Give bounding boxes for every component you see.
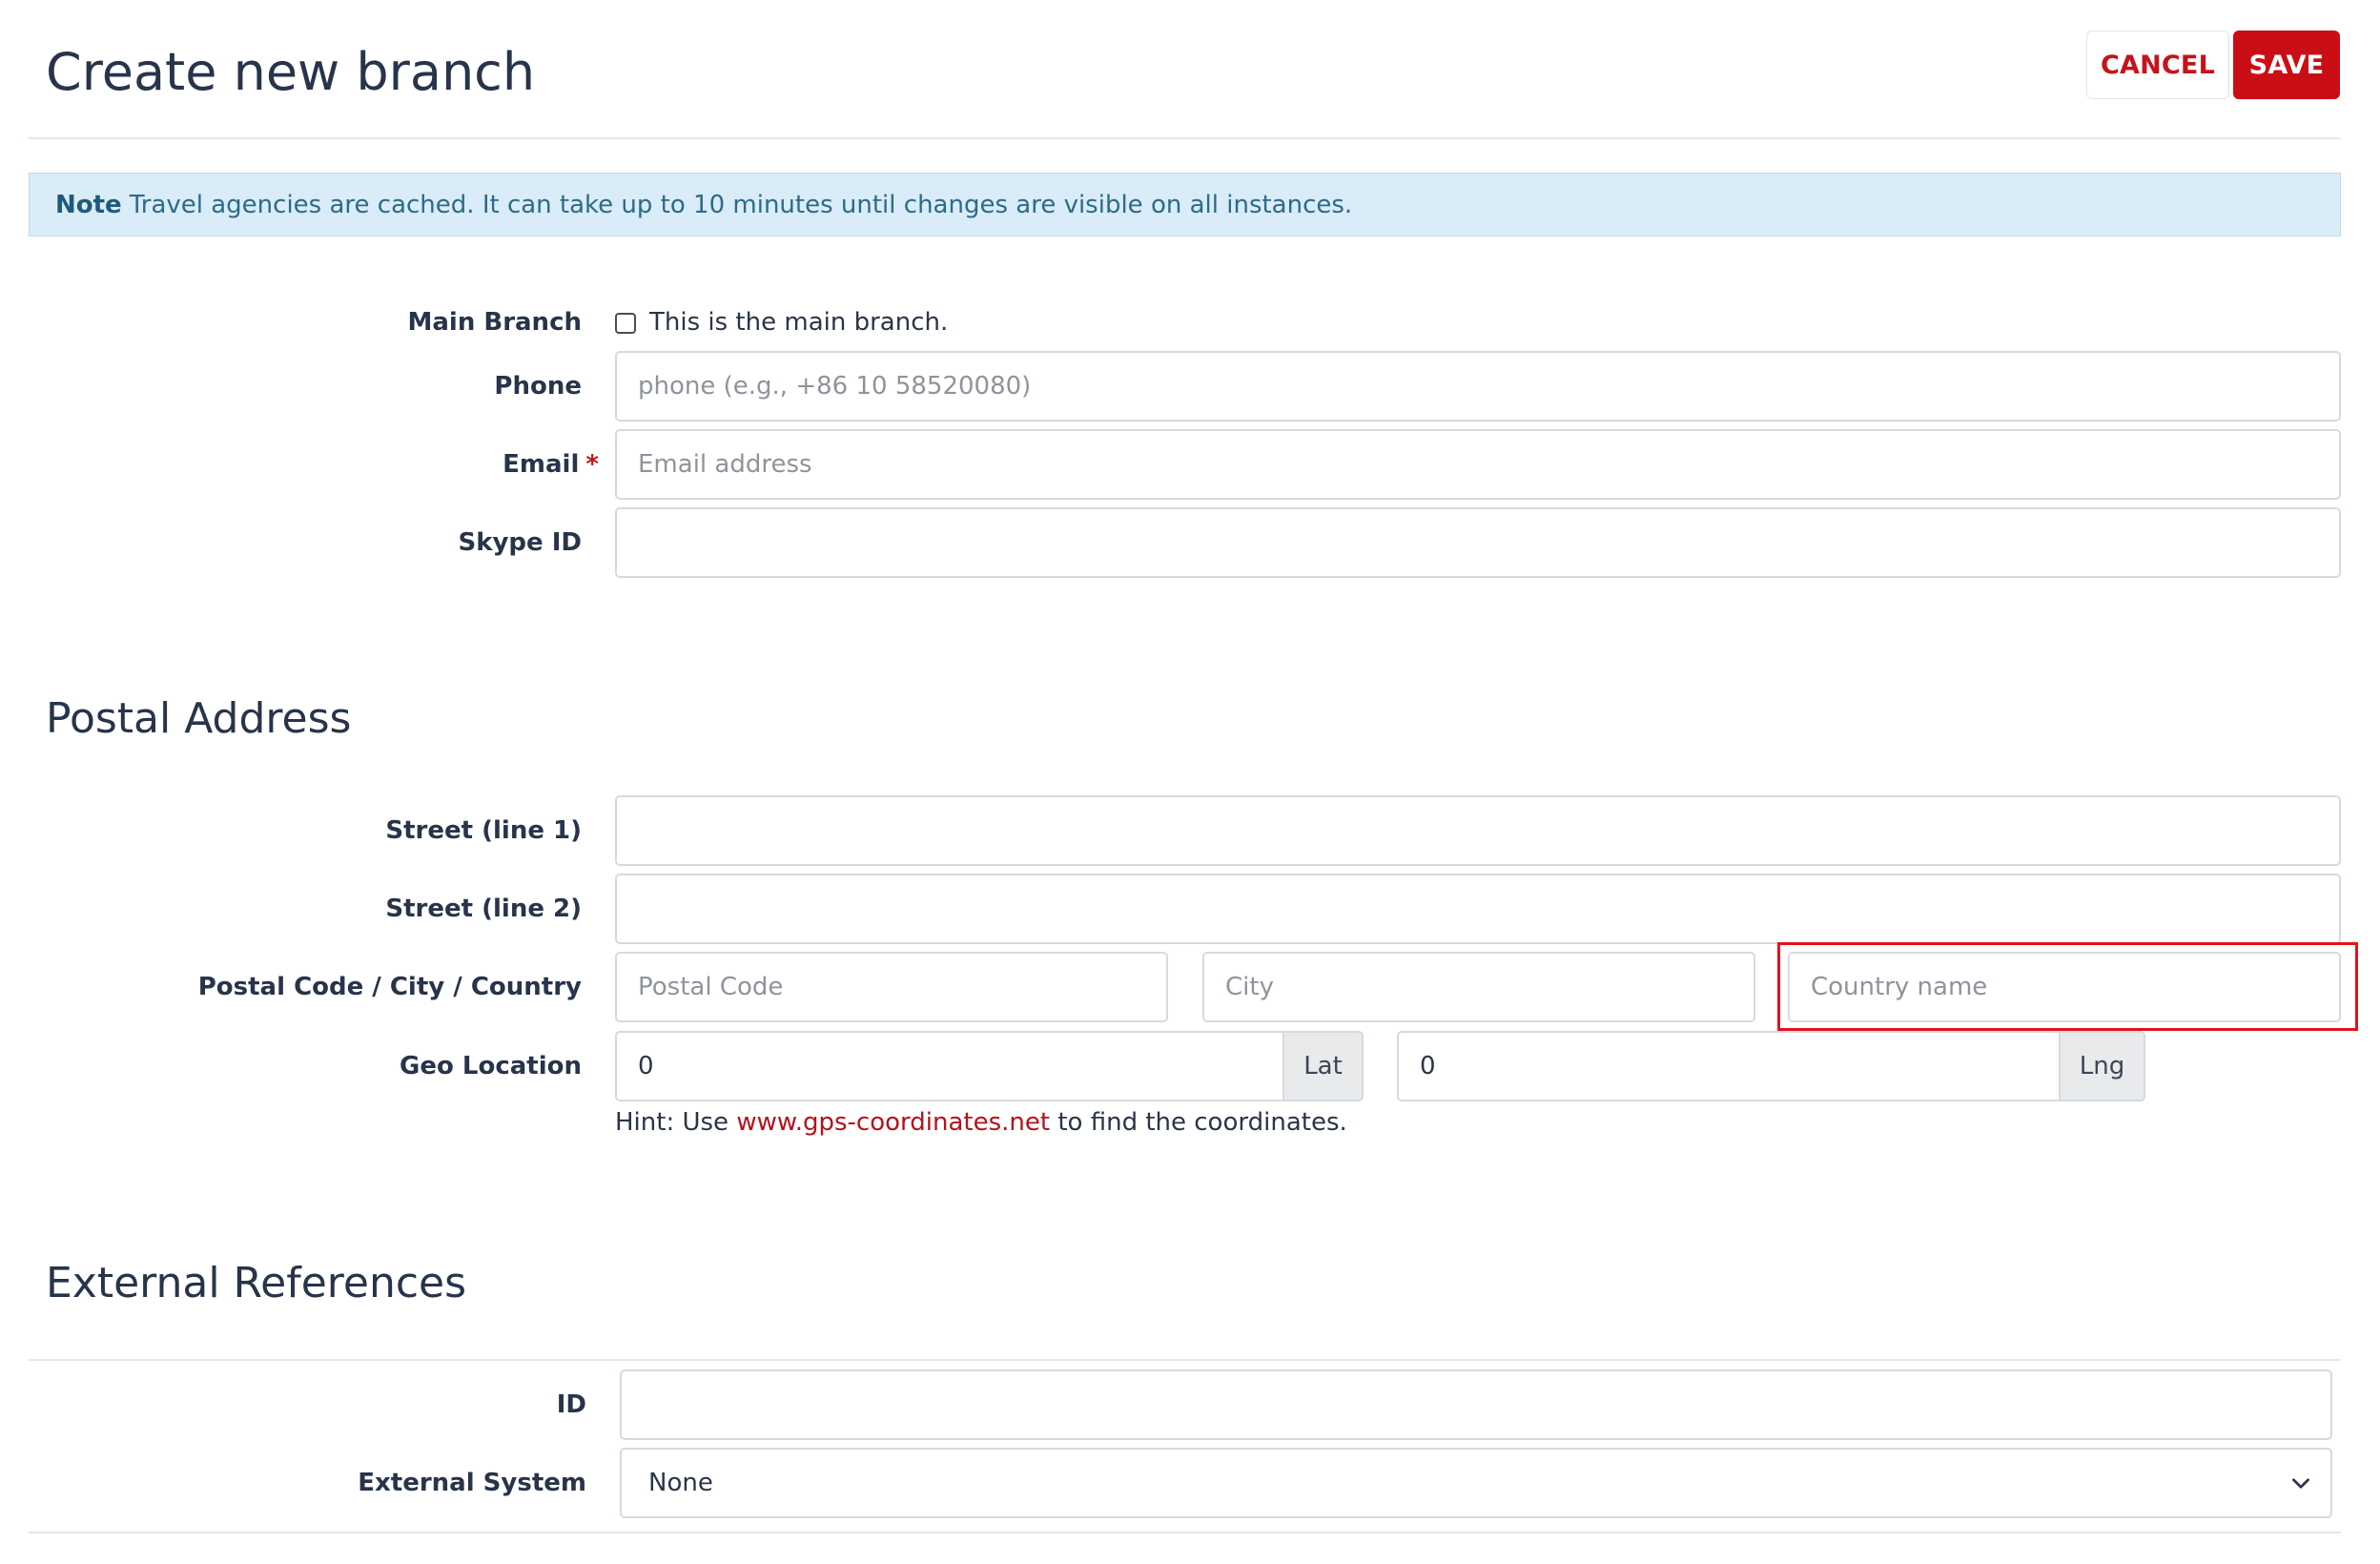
geo-location-label: Geo Location: [400, 1052, 582, 1080]
skype-id-label: Skype ID: [458, 528, 582, 557]
street-line1-label: Street (line 1): [385, 816, 582, 845]
page-title: Create new branch: [46, 42, 536, 102]
external-system-select[interactable]: None: [620, 1448, 2332, 1518]
city-input[interactable]: [1202, 952, 1755, 1022]
main-branch-checkbox[interactable]: [615, 313, 636, 334]
lat-addon: Lat: [1284, 1031, 1364, 1101]
external-id-input[interactable]: [620, 1369, 2332, 1440]
external-bottom-divider: [29, 1532, 2341, 1533]
street-line2-label: Street (line 2): [385, 895, 582, 923]
geo-hint: Hint: Use www.gps-coordinates.net to fin…: [615, 1108, 1347, 1137]
email-label: Email *: [191, 429, 599, 500]
latitude-input[interactable]: [615, 1031, 1284, 1101]
external-top-divider: [29, 1359, 2341, 1361]
cancel-button[interactable]: CANCEL: [2086, 31, 2229, 99]
skype-id-input[interactable]: [615, 507, 2341, 578]
note-label: Note: [55, 190, 122, 219]
gps-coordinates-link[interactable]: www.gps-coordinates.net: [736, 1108, 1050, 1137]
lng-addon: Lng: [2061, 1031, 2145, 1101]
external-id-label: ID: [556, 1390, 586, 1419]
email-label-text: Email: [503, 450, 580, 479]
cache-note-alert: Note Travel agencies are cached. It can …: [29, 173, 2341, 237]
phone-input[interactable]: [615, 351, 2341, 422]
postal-code-input[interactable]: [615, 952, 1168, 1022]
email-input[interactable]: [615, 429, 2341, 500]
save-button[interactable]: SAVE: [2233, 31, 2340, 99]
note-text: Travel agencies are cached. It can take …: [129, 190, 1353, 219]
external-system-label: External System: [358, 1469, 586, 1497]
main-branch-label: Main Branch: [407, 308, 582, 337]
country-input[interactable]: [1788, 952, 2341, 1022]
phone-label: Phone: [494, 372, 582, 401]
chevron-down-icon: [2292, 1478, 2309, 1489]
header-divider: [29, 137, 2341, 139]
hint-suffix: to find the coordinates.: [1050, 1108, 1347, 1137]
required-asterisk: *: [585, 450, 599, 479]
main-branch-checkbox-text: This is the main branch.: [649, 308, 949, 337]
street-line1-input[interactable]: [615, 795, 2341, 866]
external-system-selected: None: [648, 1469, 713, 1497]
longitude-input[interactable]: [1397, 1031, 2061, 1101]
street-line2-input[interactable]: [615, 874, 2341, 944]
external-references-heading: External References: [46, 1259, 467, 1307]
hint-prefix: Hint: Use: [615, 1108, 737, 1137]
postal-city-country-label: Postal Code / City / Country: [197, 973, 582, 1001]
postal-address-heading: Postal Address: [46, 694, 352, 743]
